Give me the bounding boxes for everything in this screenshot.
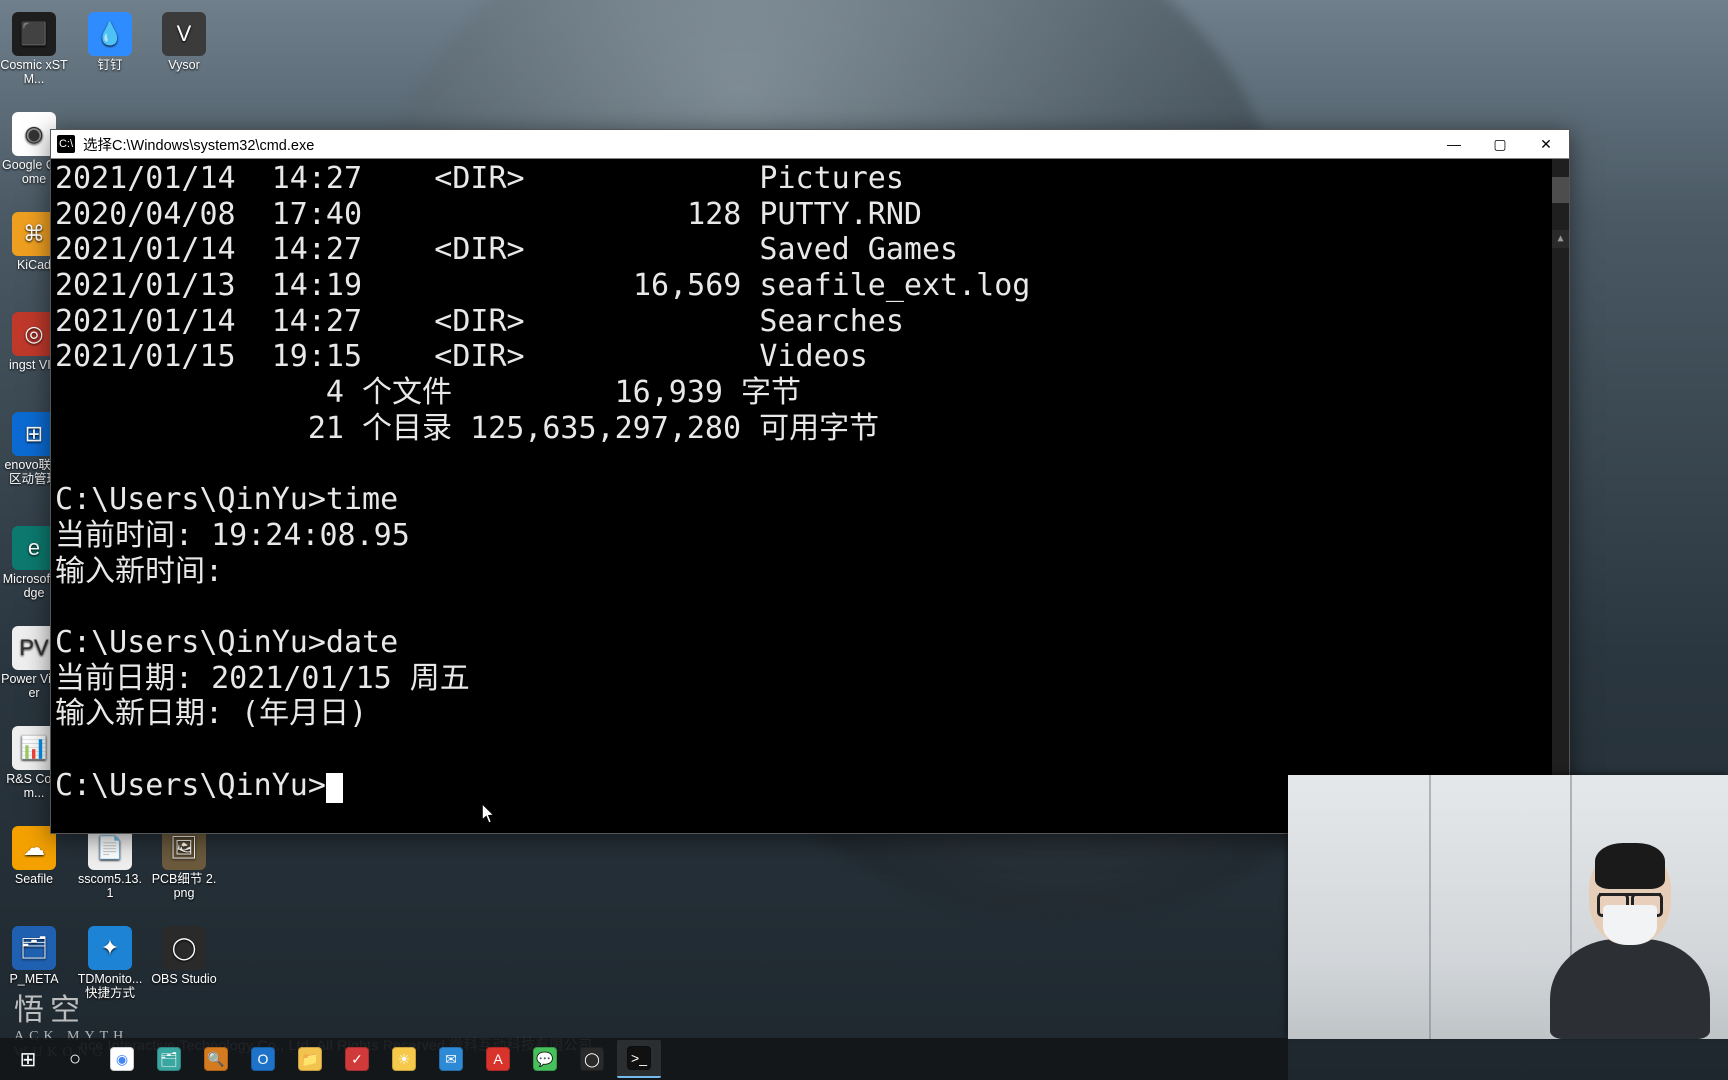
desktop-icon-label: 钉钉 — [76, 59, 144, 73]
taskbar-chrome-button[interactable]: ◉ — [100, 1040, 144, 1078]
desktop-icon[interactable]: ◯ OBS Studio — [150, 926, 218, 987]
webcam-overlay — [1288, 775, 1728, 1039]
desktop-icon[interactable]: 🖼PCB细节 2.png — [150, 826, 218, 901]
taskbar-acrobat-button[interactable]: A — [476, 1040, 520, 1078]
taskbar-explorer-button[interactable]: 📁 — [288, 1040, 332, 1078]
filemgr-icon: 🗂 — [157, 1047, 181, 1071]
app-icon: ◯ — [162, 926, 206, 970]
desktop-icon[interactable]: 🗂P_META — [0, 926, 68, 987]
cmd-output[interactable]: 2021/01/14 14:27 <DIR> Pictures 2020/04/… — [51, 159, 1569, 833]
desktop-icon[interactable]: ☁Seafile — [0, 826, 68, 887]
desktop-icon[interactable]: V Vysor — [150, 12, 218, 73]
search-icon: ○ — [63, 1047, 87, 1071]
acrobat-icon: A — [486, 1047, 510, 1071]
cmd-scrollbar[interactable]: ▲ ▼ — [1552, 159, 1569, 833]
app-icon: ⬛ — [12, 12, 56, 56]
scroll-up-icon[interactable]: ▲ — [1552, 230, 1569, 248]
chrome-icon: ◉ — [110, 1047, 134, 1071]
taskbar-filemgr-button[interactable]: 🗂 — [147, 1040, 191, 1078]
taskbar-mail-button[interactable]: ✉ — [429, 1040, 473, 1078]
taskbar[interactable]: ⊞ ○ ◉ 🗂 🔍 O 📁 ✓ ☀ ✉ A 💬 ◯ >_ — [0, 1038, 1288, 1080]
desktop-icon-label: Cosmic xSTM... — [0, 59, 68, 87]
todo-icon: ✓ — [345, 1047, 369, 1071]
wechat-icon: 💬 — [533, 1047, 557, 1071]
explorer-icon: 📁 — [298, 1047, 322, 1071]
cmd-window[interactable]: C:\ 选择C:\Windows\system32\cmd.exe — ▢ ✕ … — [50, 129, 1570, 834]
taskbar-everything-button[interactable]: 🔍 — [194, 1040, 238, 1078]
desktop-icon-label: OBS Studio — [150, 973, 218, 987]
outlook-icon: O — [251, 1047, 275, 1071]
cmd-cursor — [326, 773, 343, 803]
taskbar-todo-button[interactable]: ✓ — [335, 1040, 379, 1078]
taskbar-weather-button[interactable]: ☀ — [382, 1040, 426, 1078]
taskbar-outlook-button[interactable]: O — [241, 1040, 285, 1078]
webcam-person — [1550, 849, 1710, 1039]
desktop-icon-label: Vysor — [150, 59, 218, 73]
start-icon: ⊞ — [16, 1047, 40, 1071]
taskbar-wechat-button[interactable]: 💬 — [523, 1040, 567, 1078]
app-icon: ✦ — [88, 926, 132, 970]
mail-icon: ✉ — [439, 1047, 463, 1071]
desktop-icon[interactable]: 📄sscom5.13.1 — [76, 826, 144, 901]
desktop-icon-label: Seafile — [0, 873, 68, 887]
close-button[interactable]: ✕ — [1523, 130, 1569, 158]
cmd-app-icon: C:\ — [57, 135, 75, 153]
obs-icon: ◯ — [580, 1047, 604, 1071]
everything-icon: 🔍 — [204, 1047, 228, 1071]
minimize-button[interactable]: — — [1431, 130, 1477, 158]
app-icon: V — [162, 12, 206, 56]
taskbar-obs-button[interactable]: ◯ — [570, 1040, 614, 1078]
cmd-icon: >_ — [627, 1046, 651, 1070]
scroll-thumb[interactable] — [1552, 177, 1569, 203]
desktop-icon[interactable]: ⬛ Cosmic xSTM... — [0, 12, 68, 87]
taskbar-start-button[interactable]: ⊞ — [6, 1040, 50, 1078]
desktop-icon-label: PCB细节 2.png — [150, 873, 218, 901]
cmd-title-text: 选择C:\Windows\system32\cmd.exe — [83, 134, 314, 155]
watermark-cn: 悟空 — [14, 985, 128, 1029]
taskbar-cmd-button[interactable]: >_ — [617, 1040, 661, 1078]
taskbar-search-button[interactable]: ○ — [53, 1040, 97, 1078]
app-icon: 🗂 — [12, 926, 56, 970]
app-icon: 💧 — [88, 12, 132, 56]
desktop-icon[interactable]: 💧 钉钉 — [76, 12, 144, 73]
cmd-titlebar[interactable]: C:\ 选择C:\Windows\system32\cmd.exe — ▢ ✕ — [51, 130, 1569, 159]
maximize-button[interactable]: ▢ — [1477, 130, 1523, 158]
desktop-icon-label: sscom5.13.1 — [76, 873, 144, 901]
weather-icon: ☀ — [392, 1047, 416, 1071]
